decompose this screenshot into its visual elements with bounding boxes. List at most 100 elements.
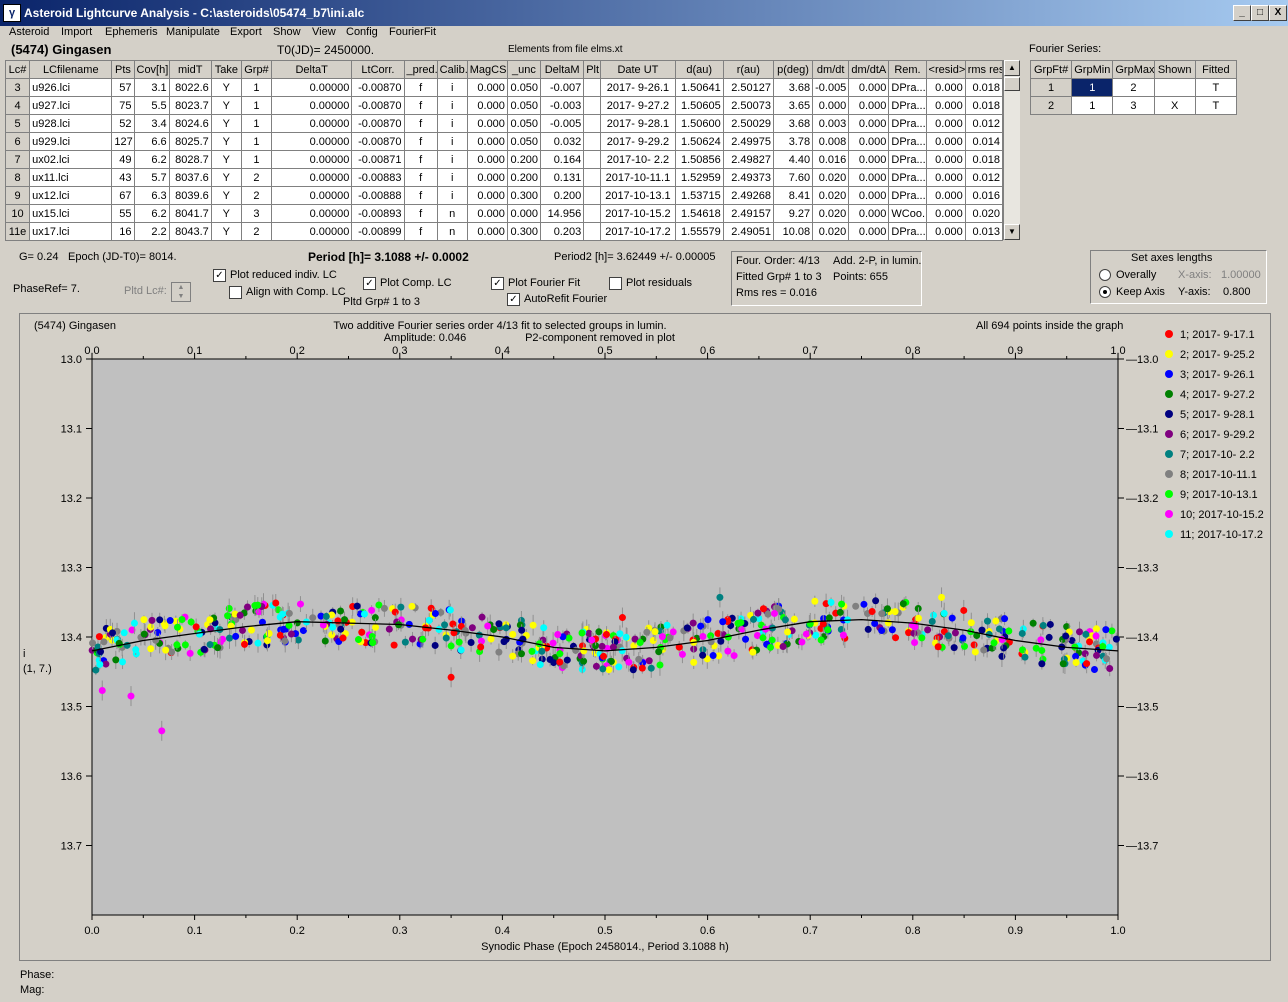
table-cell[interactable]: 2017- 9-29.2 [600,132,676,151]
lc-col-header[interactable]: r(au) [722,60,774,79]
table-cell[interactable]: 0.032 [540,132,585,151]
table-cell[interactable]: 3 [240,204,273,223]
table-cell[interactable]: 127 [111,132,135,151]
table-cell[interactable]: n [436,204,468,223]
table-cell[interactable]: 0.00000 [271,204,353,223]
table-cell[interactable]: Y [210,132,242,151]
table-cell[interactable]: 0.000 [466,132,508,151]
table-cell[interactable]: f [403,96,438,115]
fourier-cell[interactable]: 1 [1071,96,1114,115]
table-cell[interactable]: 0.000 [466,168,508,187]
table-cell[interactable]: i [436,168,468,187]
table-cell[interactable]: 3.4 [133,114,170,133]
plot-fourier-checkbox[interactable]: ✓ [491,277,504,290]
table-cell[interactable]: 3.65 [772,96,814,115]
table-row[interactable]: 9 ux12.lci 67 6.3 8039.6 Y 2 0.00000 -0.00888 f i 0… [4,186,1004,205]
lc-col-header[interactable]: DeltaM [540,60,585,79]
table-cell[interactable]: 0.000 [925,222,966,241]
fourier-row[interactable]: 213XT [1029,96,1238,115]
table-cell[interactable]: 0.000 [925,96,966,115]
minimize-button[interactable]: _ [1233,5,1251,21]
table-cell[interactable]: f [403,222,438,241]
table-cell[interactable]: i [436,114,468,133]
table-cell[interactable]: i [436,186,468,205]
overally-radio[interactable] [1099,269,1111,281]
lc-col-header[interactable]: dm/dt [812,60,850,79]
fourier-cell[interactable]: X [1153,96,1196,115]
table-cell[interactable]: 0.200 [540,186,585,205]
table-cell[interactable]: 0.300 [506,186,542,205]
lightcurve-chart[interactable]: (5474) Gingasen Two additive Fourier seri… [20,314,1270,960]
table-cell[interactable]: i [436,150,468,169]
table-cell[interactable]: ux17.lci [29,222,113,241]
lc-col-header[interactable]: p(deg) [772,60,814,79]
table-cell[interactable]: i [436,78,468,97]
table-cell[interactable]: 0.300 [506,222,542,241]
table-cell[interactable]: 0.003 [812,114,850,133]
fourier-series-table[interactable]: GrpFt# GrpMin GrpMax Shown Fitted 112T213XT [1029,60,1238,115]
plot-residuals-checkbox[interactable] [609,277,622,290]
table-cell[interactable]: ux02.lci [29,150,113,169]
table-cell[interactable]: 2 [240,222,273,241]
table-cell[interactable]: 0.000 [925,150,966,169]
lightcurve-table[interactable]: Lc# LCfilename Pts Cov[h] midT Take Grp# DeltaT… [4,60,1004,241]
table-cell[interactable]: 3.1 [133,78,170,97]
table-cell[interactable]: 0.000 [925,132,966,151]
table-cell[interactable]: 5.5 [133,96,170,115]
lc-col-header[interactable]: Cov[h] [133,60,170,79]
lc-col-header[interactable]: _pred. [403,60,438,79]
table-cell[interactable]: 0.000 [506,204,542,223]
table-cell[interactable] [583,96,602,115]
table-cell[interactable]: -0.00870 [351,114,405,133]
table-cell[interactable]: DPra... [888,78,927,97]
lc-col-header[interactable]: Take [210,60,242,79]
table-cell[interactable]: 8037.6 [168,168,212,187]
lc-col-header[interactable]: LtCorr. [351,60,405,79]
table-row[interactable]: 3 u926.lci 57 3.1 8022.6 Y 1 0.00000 -0.00870 f i 0… [4,78,1004,97]
fourier-cell[interactable] [1153,78,1196,97]
table-cell[interactable]: -0.00893 [351,204,405,223]
lc-col-header[interactable]: MagCS [466,60,508,79]
table-cell[interactable]: 0.000 [848,204,890,223]
table-cell[interactable]: 2.49051 [722,222,774,241]
table-cell[interactable]: 9.27 [772,204,814,223]
table-cell[interactable]: -0.00888 [351,186,405,205]
fourier-cell[interactable]: 2 [1029,96,1073,115]
table-cell[interactable]: 1 [240,114,273,133]
table-cell[interactable]: 0.012 [964,114,1004,133]
table-cell[interactable]: 8023.7 [168,96,212,115]
table-cell[interactable]: 0.016 [964,186,1004,205]
fourier-cell[interactable]: 2 [1112,78,1155,97]
scroll-up-icon[interactable]: ▲ [1004,60,1020,76]
table-cell[interactable]: -0.00883 [351,168,405,187]
table-cell[interactable]: 0.020 [812,186,850,205]
table-row[interactable]: 8 ux11.lci 43 5.7 8037.6 Y 2 0.00000 -0.00883 f i 0… [4,168,1004,187]
menu-import[interactable]: Import [61,26,92,38]
keep-axis-radio[interactable] [1099,286,1111,298]
table-cell[interactable]: -0.005 [812,78,850,97]
table-cell[interactable]: 0.020 [812,204,850,223]
lc-col-header[interactable]: Rem. [888,60,927,79]
table-cell[interactable]: 8 [4,168,31,187]
table-cell[interactable]: 0.000 [848,132,890,151]
table-cell[interactable]: 2017-10-11.1 [600,168,676,187]
fourier-cell[interactable]: 1 [1071,78,1114,97]
table-cell[interactable]: 0.000 [925,204,966,223]
table-cell[interactable]: -0.00871 [351,150,405,169]
table-cell[interactable]: f [403,168,438,187]
table-cell[interactable]: 0.050 [506,96,542,115]
table-cell[interactable]: 4.40 [772,150,814,169]
table-cell[interactable] [583,222,602,241]
fourier-col-header[interactable]: GrpMax [1112,60,1155,79]
table-cell[interactable]: u927.lci [29,96,113,115]
table-cell[interactable]: 6.6 [133,132,170,151]
table-cell[interactable]: DPra... [888,132,927,151]
table-cell[interactable] [583,78,602,97]
table-cell[interactable]: Y [210,222,242,241]
xaxis-value[interactable]: 1.00000 [1221,269,1261,281]
table-cell[interactable]: 8022.6 [168,78,212,97]
table-cell[interactable]: 8041.7 [168,204,212,223]
table-cell[interactable]: -0.00899 [351,222,405,241]
table-cell[interactable]: 0.00000 [271,96,353,115]
fourier-cell[interactable]: T [1194,96,1238,115]
